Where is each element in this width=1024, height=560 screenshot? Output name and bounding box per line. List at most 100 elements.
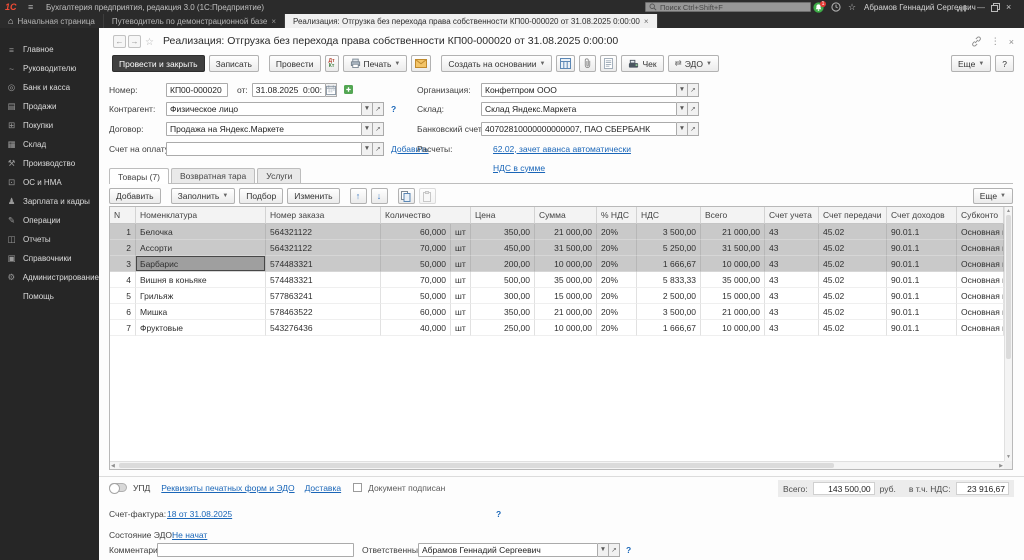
column-header[interactable]: Субконто <box>957 207 1004 224</box>
table-cell[interactable]: 15 000,00 <box>701 288 765 304</box>
open-icon[interactable]: ↗ <box>688 121 699 136</box>
sidebar-item-4[interactable]: ▤ Продажи <box>0 97 99 116</box>
history-icon[interactable] <box>831 0 841 14</box>
open-icon[interactable]: ↗ <box>373 121 384 136</box>
table-cell[interactable]: Барбарис <box>136 256 266 272</box>
table-cell[interactable]: Основная н <box>957 304 1004 320</box>
delivery-link[interactable]: Доставка <box>305 483 342 493</box>
table-cell[interactable]: 3 500,00 <box>637 304 701 320</box>
table-cell[interactable]: 250,00 <box>471 320 535 336</box>
upd-toggle[interactable] <box>109 483 127 494</box>
tab-home[interactable]: ⌂ Начальная страница <box>0 14 104 28</box>
table-cell[interactable]: шт <box>451 224 471 240</box>
column-header[interactable]: N <box>110 207 136 224</box>
close-tab-icon[interactable]: × <box>644 17 649 26</box>
sidebar-item-10[interactable]: ✎ Операции <box>0 211 99 230</box>
table-cell[interactable]: 21 000,00 <box>535 304 597 320</box>
table-cell[interactable]: Вишня в коньяке <box>136 272 266 288</box>
table-cell[interactable]: 43 <box>765 256 819 272</box>
warehouse-field[interactable] <box>481 101 677 116</box>
table-cell[interactable]: 20% <box>597 288 637 304</box>
horizontal-scroll-thumb[interactable] <box>119 463 835 468</box>
table-cell[interactable]: 90.01.1 <box>887 304 957 320</box>
dropdown-icon[interactable]: ▼ <box>677 121 688 136</box>
sidebar-item-9[interactable]: ♟ Зарплата и кадры <box>0 192 99 211</box>
table-cell[interactable]: 5 <box>110 288 136 304</box>
edit-button[interactable]: Изменить <box>287 188 340 204</box>
table-cell[interactable]: 50,000 <box>381 256 451 272</box>
back-button[interactable]: ← <box>113 35 126 48</box>
counterparty-help-icon[interactable]: ? <box>391 104 396 114</box>
number-field[interactable] <box>166 82 228 97</box>
table-cell[interactable]: шт <box>451 288 471 304</box>
table-cell[interactable]: 90.01.1 <box>887 256 957 272</box>
column-header[interactable]: Счет передачи <box>819 207 887 224</box>
restore-button[interactable] <box>991 0 1000 14</box>
table-cell[interactable]: 578463522 <box>266 304 381 320</box>
print-button[interactable]: Печать ▼ <box>342 55 408 72</box>
table-cell[interactable]: 43 <box>765 224 819 240</box>
table-cell[interactable]: Грильяж <box>136 288 266 304</box>
table-cell[interactable]: 350,00 <box>471 224 535 240</box>
dropdown-icon[interactable]: ▼ <box>362 101 373 116</box>
table-cell[interactable]: 5 250,00 <box>637 240 701 256</box>
table-cell[interactable]: 1 <box>110 224 136 240</box>
main-menu-icon[interactable]: ≡ <box>28 0 33 14</box>
sidebar-item-1[interactable]: ≡ Главное <box>0 40 99 59</box>
open-icon[interactable]: ↗ <box>688 82 699 97</box>
table-cell[interactable]: 60,000 <box>381 224 451 240</box>
table-cell[interactable]: 20% <box>597 320 637 336</box>
move-row-down-button[interactable]: ↓ <box>370 188 388 204</box>
sidebar-item-2[interactable]: ~ Руководителю <box>0 59 99 78</box>
calendar-icon[interactable] <box>325 82 337 97</box>
dropdown-icon[interactable]: ▼ <box>677 101 688 116</box>
table-cell[interactable]: 20% <box>597 304 637 320</box>
sidebar-item-7[interactable]: ⚒ Производство <box>0 154 99 173</box>
responsible-help-icon[interactable]: ? <box>626 545 631 555</box>
settlements-link[interactable]: 62.02, зачет аванса автоматически <box>493 144 631 154</box>
print-form-requisites-link[interactable]: Реквизиты печатных форм и ЭДО <box>161 483 294 493</box>
table-cell[interactable]: шт <box>451 240 471 256</box>
table-cell[interactable]: шт <box>451 320 471 336</box>
tab-realization-document[interactable]: Реализация: Отгрузка без перехода права … <box>285 14 658 28</box>
table-cell[interactable]: 90.01.1 <box>887 288 957 304</box>
table-cell[interactable]: Ассорти <box>136 240 266 256</box>
reports-button[interactable] <box>556 55 576 72</box>
column-header[interactable]: Номер заказа <box>266 207 381 224</box>
responsible-field[interactable] <box>418 542 598 557</box>
table-cell[interactable]: 90.01.1 <box>887 272 957 288</box>
invoice-link[interactable]: 18 от 31.08.2025 <box>167 509 232 519</box>
send-email-button[interactable] <box>411 55 432 72</box>
edo-button[interactable]: ⇄ ЭДО ▼ <box>667 55 719 72</box>
table-cell[interactable]: 2 <box>110 240 136 256</box>
table-cell[interactable]: 31 500,00 <box>535 240 597 256</box>
create-linked-doc-icon[interactable] <box>343 84 354 95</box>
column-header[interactable]: Счет доходов <box>887 207 957 224</box>
related-documents-button[interactable] <box>600 55 618 72</box>
sidebar-item-13[interactable]: ⚙ Администрирование <box>0 268 99 287</box>
table-cell[interactable]: 45.02 <box>819 256 887 272</box>
table-cell[interactable]: 5 833,33 <box>637 272 701 288</box>
table-cell[interactable]: 574483321 <box>266 272 381 288</box>
table-cell[interactable]: 50,000 <box>381 288 451 304</box>
close-window-button[interactable]: × <box>1006 0 1011 14</box>
table-cell[interactable]: 10 000,00 <box>701 256 765 272</box>
help-button[interactable]: ? <box>995 55 1014 72</box>
table-cell[interactable]: 43 <box>765 288 819 304</box>
tab-goods[interactable]: Товары (7) <box>109 168 169 184</box>
dropdown-icon[interactable]: ▼ <box>362 121 373 136</box>
table-cell[interactable]: 15 000,00 <box>535 288 597 304</box>
table-cell[interactable]: 43 <box>765 240 819 256</box>
close-tab-icon[interactable]: × <box>271 17 276 26</box>
forward-button[interactable]: → <box>128 35 141 48</box>
table-cell[interactable]: Белочка <box>136 224 266 240</box>
column-header[interactable]: НДС <box>637 207 701 224</box>
table-cell[interactable]: 35 000,00 <box>701 272 765 288</box>
table-cell[interactable]: 2 500,00 <box>637 288 701 304</box>
table-cell[interactable]: 7 <box>110 320 136 336</box>
scroll-right-icon[interactable]: ▶ <box>999 462 1003 470</box>
column-header[interactable]: Счет учета <box>765 207 819 224</box>
table-cell[interactable]: 90.01.1 <box>887 240 957 256</box>
attachments-button[interactable] <box>579 55 597 72</box>
tab-returnable-packaging[interactable]: Возвратная тара <box>171 168 256 183</box>
